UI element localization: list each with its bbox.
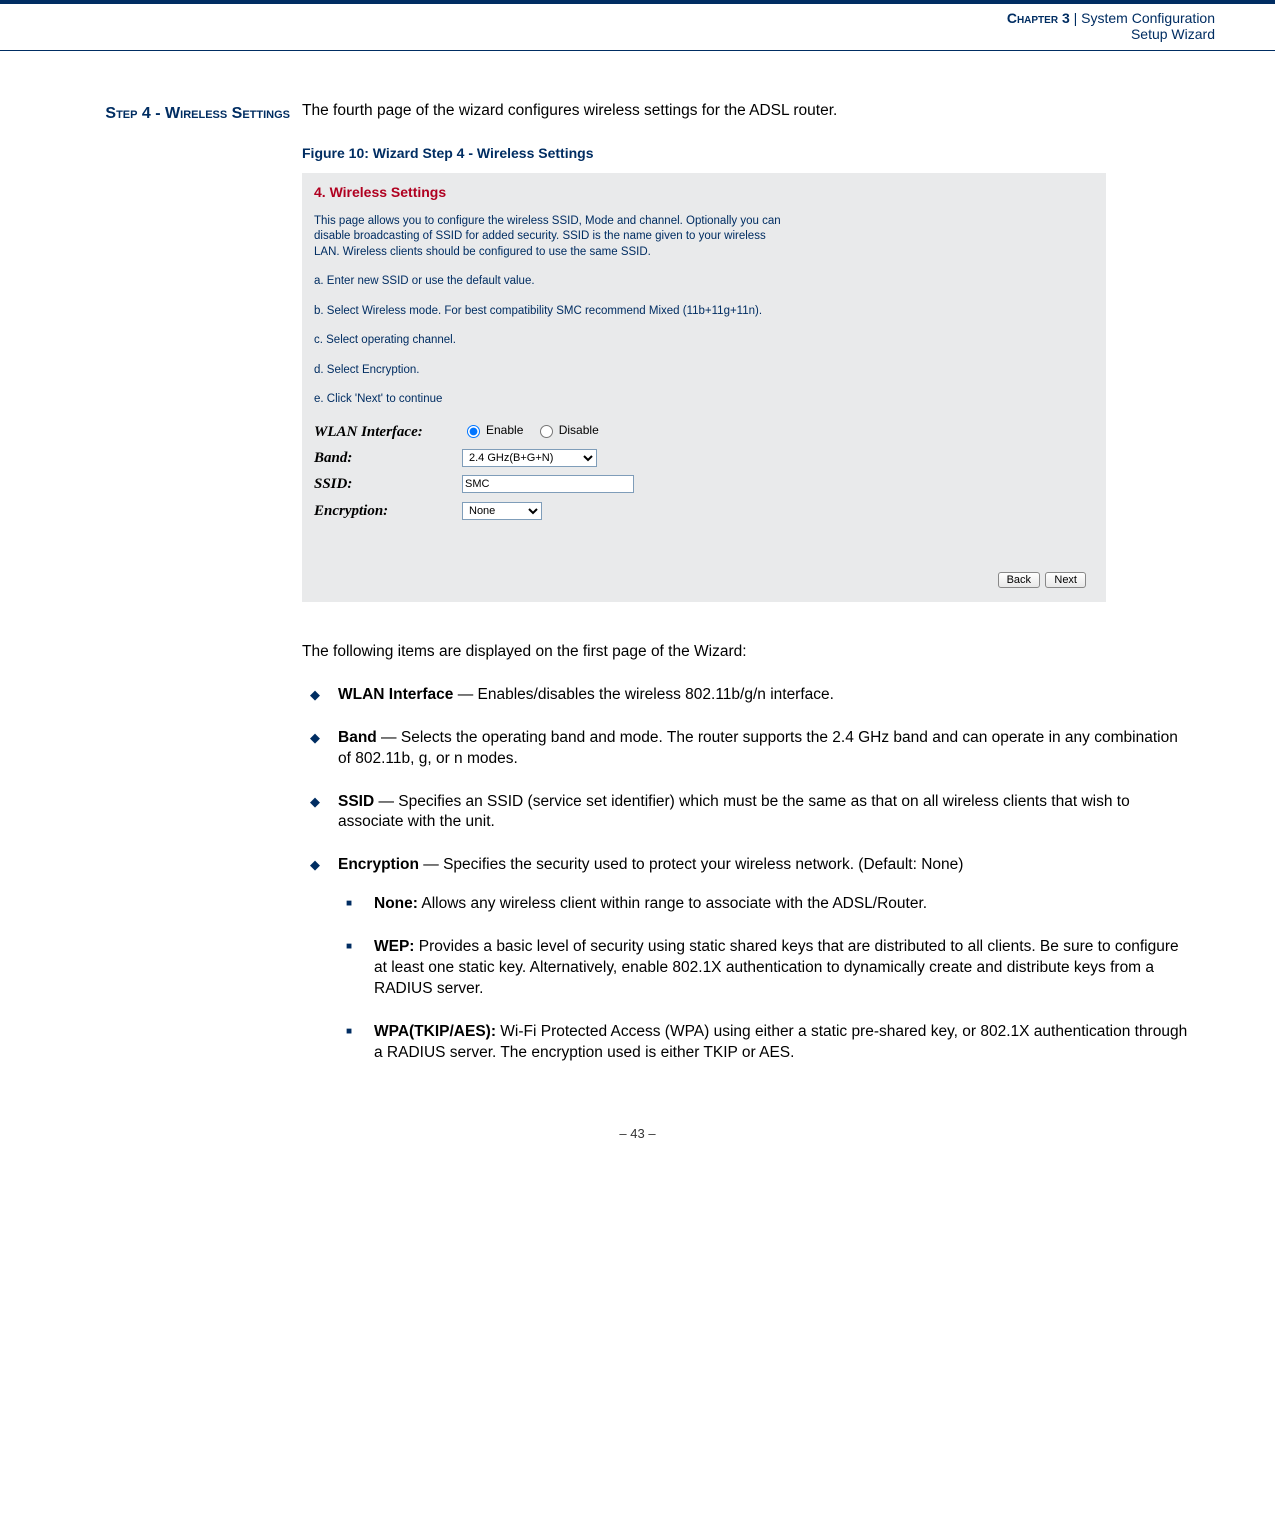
encryption-select[interactable]: None	[462, 502, 542, 520]
wlan-disable-option[interactable]: Disable	[535, 422, 599, 438]
item-list: WLAN Interface — Enables/disables the wi…	[302, 685, 1195, 1064]
top-rule	[0, 0, 1275, 4]
screenshot-para-c: c. Select operating channel.	[314, 333, 784, 349]
back-button[interactable]: Back	[998, 572, 1040, 588]
screenshot-para-b: b. Select Wireless mode. For best compat…	[314, 304, 784, 320]
figure-caption: Figure 10: Wizard Step 4 - Wireless Sett…	[302, 144, 1195, 163]
screenshot-para-d: d. Select Encryption.	[314, 363, 784, 379]
ssid-label: SSID:	[314, 474, 462, 494]
item-desc: — Enables/disables the wireless 802.11b/…	[453, 686, 834, 703]
intro-text: The fourth page of the wizard configures…	[302, 101, 1195, 122]
list-item: Band — Selects the operating band and mo…	[302, 728, 1195, 770]
list-item: WPA(TKIP/AES): Wi-Fi Protected Access (W…	[338, 1022, 1195, 1064]
list-item: SSID — Specifies an SSID (service set id…	[302, 792, 1195, 834]
item-desc: — Selects the operating band and mode. T…	[338, 729, 1178, 767]
wlan-label: WLAN Interface:	[314, 422, 462, 442]
screenshot-para-a: a. Enter new SSID or use the default val…	[314, 274, 784, 290]
sub-item-term: WPA(TKIP/AES):	[374, 1023, 496, 1040]
wlan-enable-option[interactable]: Enable	[462, 422, 523, 438]
wlan-disable-text: Disable	[559, 422, 599, 438]
sub-item-list: None: Allows any wireless client within …	[338, 894, 1195, 1064]
item-term: Encryption	[338, 856, 419, 873]
encryption-label: Encryption:	[314, 501, 462, 521]
sub-item-term: WEP:	[374, 938, 414, 955]
sub-item-desc: Provides a basic level of security using…	[374, 938, 1179, 997]
band-select[interactable]: 2.4 GHz(B+G+N)	[462, 449, 597, 467]
sub-item-desc: Allows any wireless client within range …	[418, 895, 927, 912]
band-label: Band:	[314, 448, 462, 468]
lead-text: The following items are displayed on the…	[302, 642, 1195, 663]
screenshot-para-main: This page allows you to configure the wi…	[314, 214, 784, 261]
chapter-label: Chapter 3	[1007, 10, 1070, 26]
screenshot-panel: 4. Wireless Settings This page allows yo…	[302, 173, 1106, 602]
header-subtitle: Setup Wizard	[1131, 26, 1215, 42]
item-desc: — Specifies the security used to protect…	[419, 856, 963, 873]
screenshot-title: 4. Wireless Settings	[314, 183, 1094, 202]
page-number: – 43 –	[0, 1126, 1275, 1141]
screenshot-para-e: e. Click 'Next' to continue	[314, 392, 784, 408]
sub-item-term: None:	[374, 895, 418, 912]
page-header: Chapter 3 | System Configuration Setup W…	[0, 6, 1275, 48]
next-button[interactable]: Next	[1045, 572, 1086, 588]
item-term: SSID	[338, 793, 374, 810]
item-term: WLAN Interface	[338, 686, 453, 703]
list-item: WEP: Provides a basic level of security …	[338, 937, 1195, 1000]
item-term: Band	[338, 729, 377, 746]
header-separator: |	[1070, 10, 1081, 26]
side-heading: Step 4 - Wireless Settings	[0, 101, 302, 1086]
wlan-enable-text: Enable	[486, 422, 523, 438]
list-item: None: Allows any wireless client within …	[338, 894, 1195, 915]
wlan-enable-radio[interactable]	[467, 425, 480, 438]
wlan-disable-radio[interactable]	[540, 425, 553, 438]
sub-item-desc: Wi-Fi Protected Access (WPA) using eithe…	[374, 1023, 1187, 1061]
ssid-input[interactable]	[462, 475, 634, 493]
sub-rule	[0, 50, 1275, 51]
chapter-title: System Configuration	[1081, 10, 1215, 26]
list-item: WLAN Interface — Enables/disables the wi…	[302, 685, 1195, 706]
item-desc: — Specifies an SSID (service set identif…	[338, 793, 1130, 831]
list-item: Encryption — Specifies the security used…	[302, 855, 1195, 1063]
